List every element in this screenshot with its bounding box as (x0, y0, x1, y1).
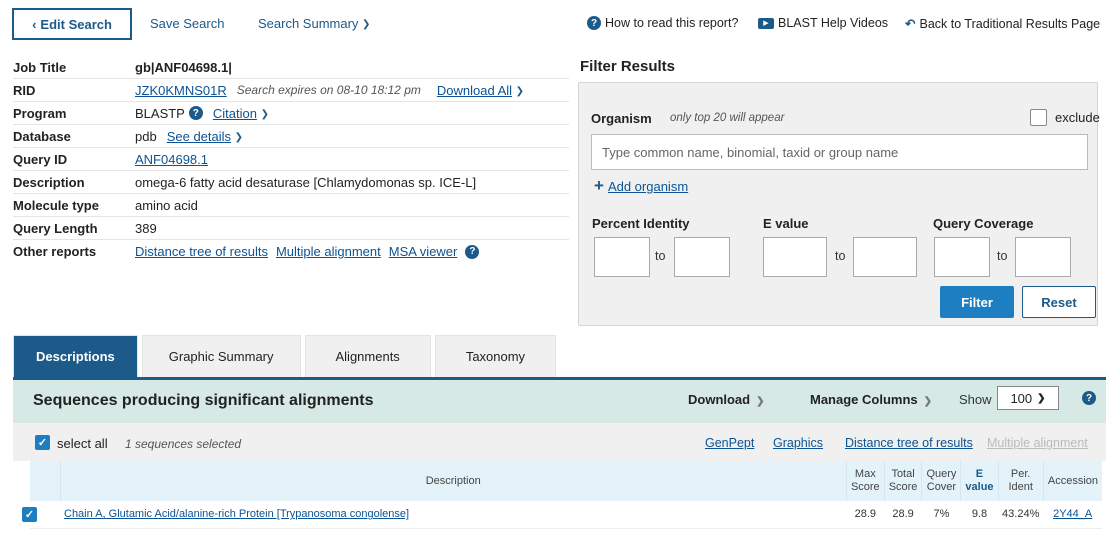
col-per-ident[interactable]: Per. Ident (998, 461, 1044, 501)
col-total-score[interactable]: Total Score (884, 461, 923, 501)
col-max-score[interactable]: Max Score (846, 461, 885, 501)
selected-count: 1 sequences selected (125, 437, 242, 451)
save-search-link[interactable]: Save Search (150, 16, 224, 31)
organism-note: only top 20 will appear (670, 112, 785, 124)
video-icon: ▶ (758, 17, 774, 29)
msa-viewer-link[interactable]: MSA viewer (389, 244, 458, 259)
show-count-select[interactable]: 100 ❯ (997, 386, 1059, 410)
citation-dropdown[interactable]: Citation ❯ (213, 106, 269, 121)
organism-label: Organism (591, 111, 652, 126)
row-e-value: 9.8 (960, 501, 999, 529)
rid-link[interactable]: JZK0KMNS01R (135, 83, 227, 98)
chevron-down-icon: ❯ (923, 396, 933, 407)
info-row-job-title: Job Title gb|ANF04698.1| (13, 56, 569, 79)
search-summary-dropdown[interactable]: Search Summary ❯ (258, 16, 370, 31)
reset-button[interactable]: Reset (1022, 286, 1096, 318)
info-row-rid: RID JZK0KMNS01R Search expires on 08-10 … (13, 79, 569, 102)
tab-descriptions[interactable]: Descriptions (13, 335, 138, 377)
to-label: to (997, 249, 1008, 263)
e-value-min-input[interactable] (763, 237, 827, 277)
select-all-checkbox[interactable]: ✓ (35, 435, 50, 450)
chevron-down-icon: ❯ (515, 85, 525, 97)
plus-icon: + (594, 176, 604, 195)
row-accession[interactable]: 2Y44_A (1043, 501, 1102, 529)
percent-identity-max-input[interactable] (674, 237, 730, 277)
chevron-down-icon: ❯ (362, 19, 371, 30)
col-e-value[interactable]: Evalue (960, 461, 999, 501)
multiple-alignment-link[interactable]: Multiple alignment (276, 244, 381, 259)
genpept-link[interactable]: GenPept (705, 436, 754, 450)
chevron-down-icon: ❯ (234, 131, 244, 143)
e-value-max-input[interactable] (853, 237, 917, 277)
exclude-label: exclude (1055, 110, 1100, 125)
col-query-cover[interactable]: Query Cover (921, 461, 962, 501)
exclude-checkbox[interactable] (1030, 109, 1047, 126)
filter-button[interactable]: Filter (940, 286, 1014, 318)
help-videos-link[interactable]: ▶ BLAST Help Videos (758, 16, 888, 30)
info-row-molecule-type: Molecule type amino acid (13, 194, 569, 217)
col-accession[interactable]: Accession (1043, 461, 1102, 501)
e-value-label: E value (763, 216, 809, 231)
row-max-score: 28.9 (846, 501, 885, 529)
how-to-read-link[interactable]: ? How to read this report? (587, 16, 738, 30)
manage-columns-dropdown[interactable]: Manage Columns ❯ (810, 392, 932, 407)
info-row-description: Description omega-6 fatty acid desaturas… (13, 171, 569, 194)
back-traditional-link[interactable]: ↶ Back to Traditional Results Page (905, 16, 1100, 32)
query-id-link[interactable]: ANF04698.1 (135, 152, 208, 167)
results-tabs: Descriptions Graphic Summary Alignments … (13, 335, 557, 377)
download-all-dropdown[interactable]: Download All ❯ (437, 83, 524, 98)
help-icon[interactable]: ? (465, 244, 480, 259)
percent-identity-label: Percent Identity (592, 216, 690, 231)
chevron-down-icon: ❯ (1037, 392, 1046, 404)
checkbox-header (30, 461, 61, 501)
tab-alignments[interactable]: Alignments (304, 335, 431, 377)
chevron-left-icon: ‹ (32, 16, 37, 32)
query-coverage-max-input[interactable] (1015, 237, 1071, 277)
table-header-row: Description Max Score Total Score Query Cov… (30, 461, 1102, 501)
rid-expires: Search expires on 08-10 18:12 pm (236, 83, 421, 97)
filter-panel (578, 82, 1098, 326)
tab-taxonomy[interactable]: Taxonomy (434, 335, 557, 377)
row-query-cover: 7% (921, 501, 961, 529)
row-per-ident: 43.24% (998, 501, 1044, 529)
table-row: ✓ Chain A, Glutamic Acid/alanine-rich Pr… (22, 501, 1102, 529)
tab-graphic-summary[interactable]: Graphic Summary (141, 335, 301, 377)
row-checkbox-cell: ✓ (22, 501, 60, 529)
download-dropdown[interactable]: Download ❯ (688, 392, 765, 407)
query-coverage-label: Query Coverage (933, 216, 1034, 231)
query-coverage-min-input[interactable] (934, 237, 990, 277)
results-title: Sequences producing significant alignmen… (33, 392, 374, 409)
col-description[interactable]: Description (60, 461, 847, 501)
edit-search-button[interactable]: ‹ Edit Search (12, 8, 132, 40)
job-info-table: Job Title gb|ANF04698.1| RID JZK0KMNS01R… (13, 56, 569, 263)
to-label: to (835, 249, 846, 263)
distance-tree-link[interactable]: Distance tree of results (135, 244, 268, 259)
row-checkbox[interactable]: ✓ (22, 506, 37, 522)
info-row-program: Program BLASTP ? Citation ❯ (13, 102, 569, 125)
see-details-dropdown[interactable]: See details ❯ (167, 129, 243, 144)
graphics-link[interactable]: Graphics (773, 436, 823, 450)
info-row-query-id: Query ID ANF04698.1 (13, 148, 569, 171)
help-icon: ? (587, 16, 601, 30)
info-row-query-length: Query Length 389 (13, 217, 569, 240)
results-table: Description Max Score Total Score Query Cov… (22, 461, 1102, 529)
back-arrow-icon: ↶ (905, 17, 916, 31)
info-row-database: Database pdb See details ❯ (13, 125, 569, 148)
row-description[interactable]: Chain A, Glutamic Acid/alanine-rich Prot… (60, 501, 847, 529)
add-organism-link[interactable]: + Add organism (594, 176, 688, 196)
chevron-down-icon: ❯ (260, 108, 269, 120)
chevron-down-icon: ❯ (756, 396, 765, 407)
organism-input[interactable]: Type common name, binomial, taxid or gro… (591, 134, 1088, 170)
row-total-score: 28.9 (884, 501, 922, 529)
percent-identity-min-input[interactable] (594, 237, 650, 277)
distance-tree-link[interactable]: Distance tree of results (845, 436, 973, 450)
help-icon[interactable]: ? (188, 106, 203, 120)
info-row-other-reports: Other reports Distance tree of results M… (13, 240, 569, 263)
to-label: to (655, 249, 666, 263)
multiple-alignment-link: Multiple alignment (987, 436, 1088, 450)
filter-results-title: Filter Results (580, 58, 676, 75)
show-label: Show (959, 392, 992, 407)
help-icon[interactable]: ? (1082, 391, 1096, 405)
select-all-label: select all (57, 436, 108, 451)
